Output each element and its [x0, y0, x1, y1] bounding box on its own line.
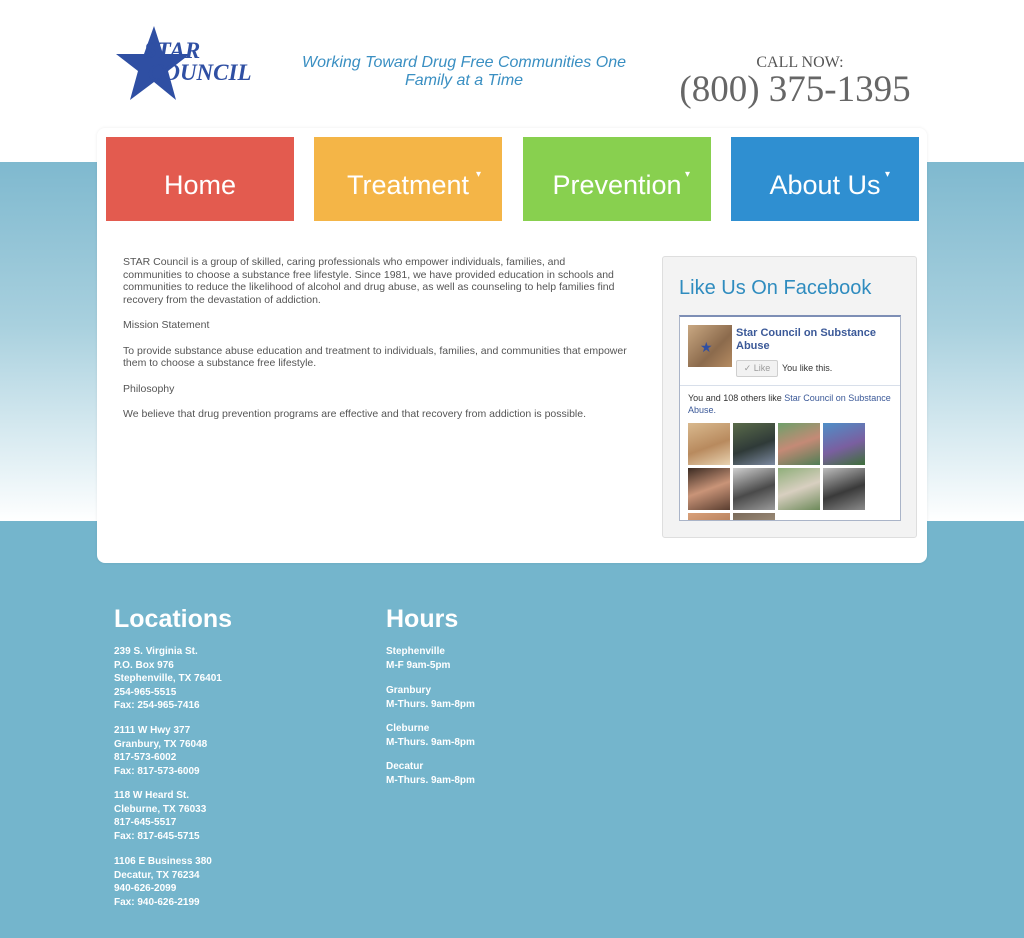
address-line: P.O. Box 976	[114, 659, 174, 671]
hours-location: Cleburne	[386, 723, 430, 734]
chevron-down-icon: ▾	[685, 169, 691, 180]
fax-line: Fax: 940-626-2199	[114, 896, 200, 908]
address-line: 2111 W Hwy 377	[114, 725, 191, 736]
hours-granbury: Granbury M-Thurs. 9am-8pm	[386, 684, 475, 711]
address-line: 239 S. Virginia St.	[114, 646, 198, 657]
star-icon: ★	[700, 339, 713, 355]
logo-text-council: COUNCIL	[148, 60, 252, 85]
address-line: 118 W Heard St.	[114, 790, 190, 801]
phone-line[interactable]: 940-626-2099	[114, 882, 212, 896]
facebook-page-thumbnail[interactable]: ★	[688, 325, 732, 367]
phone-line[interactable]: 254-965-5515	[114, 686, 222, 700]
mission-heading: Mission Statement	[123, 319, 210, 331]
facebook-like-box: ★ Star Council on Substance Abuse ✓ Like…	[679, 315, 901, 521]
main-content-card: Home Treatment ▾ Prevention ▾ About Us ▾…	[97, 128, 927, 563]
philosophy-heading: Philosophy	[123, 382, 175, 395]
fan-avatar[interactable]	[688, 468, 730, 510]
hours-cleburne: Cleburne M-Thurs. 9am-8pm	[386, 722, 475, 749]
hours-time: M-Thurs. 9am-8pm	[386, 736, 475, 748]
fan-avatar[interactable]	[733, 423, 775, 465]
location-stephenville: 239 S. Virginia St. P.O. Box 976 Stephen…	[114, 645, 222, 713]
mission-text: To provide substance abuse education and…	[123, 344, 627, 370]
nav-treatment[interactable]: Treatment ▾	[314, 137, 502, 221]
star-council-logo[interactable]: STAR COUNCIL	[110, 24, 260, 106]
hours-time: M-Thurs. 9am-8pm	[386, 698, 475, 710]
fan-avatar[interactable]	[778, 468, 820, 510]
hours-time: M-Thurs. 9am-8pm	[386, 774, 475, 786]
fan-avatar[interactable]	[823, 468, 865, 510]
location-decatur: 1106 E Business 380 Decatur, TX 76234 94…	[114, 855, 212, 909]
fan-avatar[interactable]	[733, 513, 775, 520]
nav-prevention[interactable]: Prevention ▾	[523, 137, 711, 221]
address-line: Granbury, TX 76048	[114, 738, 208, 750]
fax-line: Fax: 817-645-5715	[114, 830, 200, 842]
facebook-you-like-text: You like this.	[782, 363, 833, 373]
hours-stephenville: Stephenville M-F 9am-5pm	[386, 645, 450, 672]
philosophy-text: We believe that drug prevention programs…	[123, 408, 587, 420]
facebook-count-text: You and 108 others like	[688, 393, 785, 403]
address-line: Stephenville, TX 76401	[114, 673, 222, 684]
hours-decatur: Decatur M-Thurs. 9am-8pm	[386, 760, 475, 787]
tagline: Working Toward Drug Free Communities One…	[302, 54, 626, 89]
facebook-like-count: You and 108 others like Star Council on …	[688, 392, 900, 416]
hours-time: M-F 9am-5pm	[386, 659, 451, 671]
nav-treatment-label: Treatment	[346, 170, 470, 200]
facebook-panel: Like Us On Facebook ★ Star Council on Su…	[662, 256, 917, 538]
facebook-heading: Like Us On Facebook	[679, 277, 872, 299]
location-granbury: 2111 W Hwy 377 Granbury, TX 76048 817-57…	[114, 724, 207, 778]
fan-avatar[interactable]	[823, 423, 865, 465]
phone-number[interactable]: (800) 375-1395	[660, 68, 930, 111]
hours-location: Decatur	[386, 761, 424, 772]
nav-prevention-label: Prevention	[552, 170, 682, 200]
address-line: Decatur, TX 76234	[114, 869, 200, 881]
facebook-like-button[interactable]: ✓ Like	[736, 360, 778, 377]
divider	[680, 385, 900, 386]
hours-title: Hours	[386, 605, 459, 633]
address-line: Cleburne, TX 76033	[114, 803, 207, 815]
fan-avatar[interactable]	[778, 423, 820, 465]
nav-about-us[interactable]: About Us ▾	[731, 137, 919, 221]
fan-avatar[interactable]	[688, 513, 730, 520]
fan-avatar[interactable]	[733, 468, 775, 510]
chevron-down-icon: ▾	[476, 169, 482, 180]
phone-line[interactable]: 817-645-5517	[114, 816, 206, 830]
chevron-down-icon: ▾	[885, 169, 891, 180]
location-cleburne: 118 W Heard St. Cleburne, TX 76033 817-6…	[114, 789, 206, 843]
logo-text-star: STAR	[144, 38, 201, 63]
nav-home-label: Home	[163, 170, 237, 200]
fax-line: Fax: 817-573-6009	[114, 765, 200, 777]
nav-home[interactable]: Home	[106, 137, 294, 221]
about-content: STAR Council is a group of skilled, cari…	[123, 256, 627, 434]
hours-location: Stephenville	[386, 646, 445, 657]
nav-about-label: About Us	[769, 170, 881, 200]
address-line: 1106 E Business 380	[114, 856, 212, 867]
fan-avatar[interactable]	[688, 423, 730, 465]
intro-paragraph: STAR Council is a group of skilled, cari…	[123, 256, 615, 306]
locations-title: Locations	[114, 605, 233, 633]
phone-line[interactable]: 817-573-6002	[114, 751, 207, 765]
fax-line: Fax: 254-965-7416	[114, 700, 200, 711]
hours-location: Granbury	[386, 685, 432, 696]
facebook-page-link[interactable]: Star Council on Substance Abuse	[736, 327, 896, 353]
